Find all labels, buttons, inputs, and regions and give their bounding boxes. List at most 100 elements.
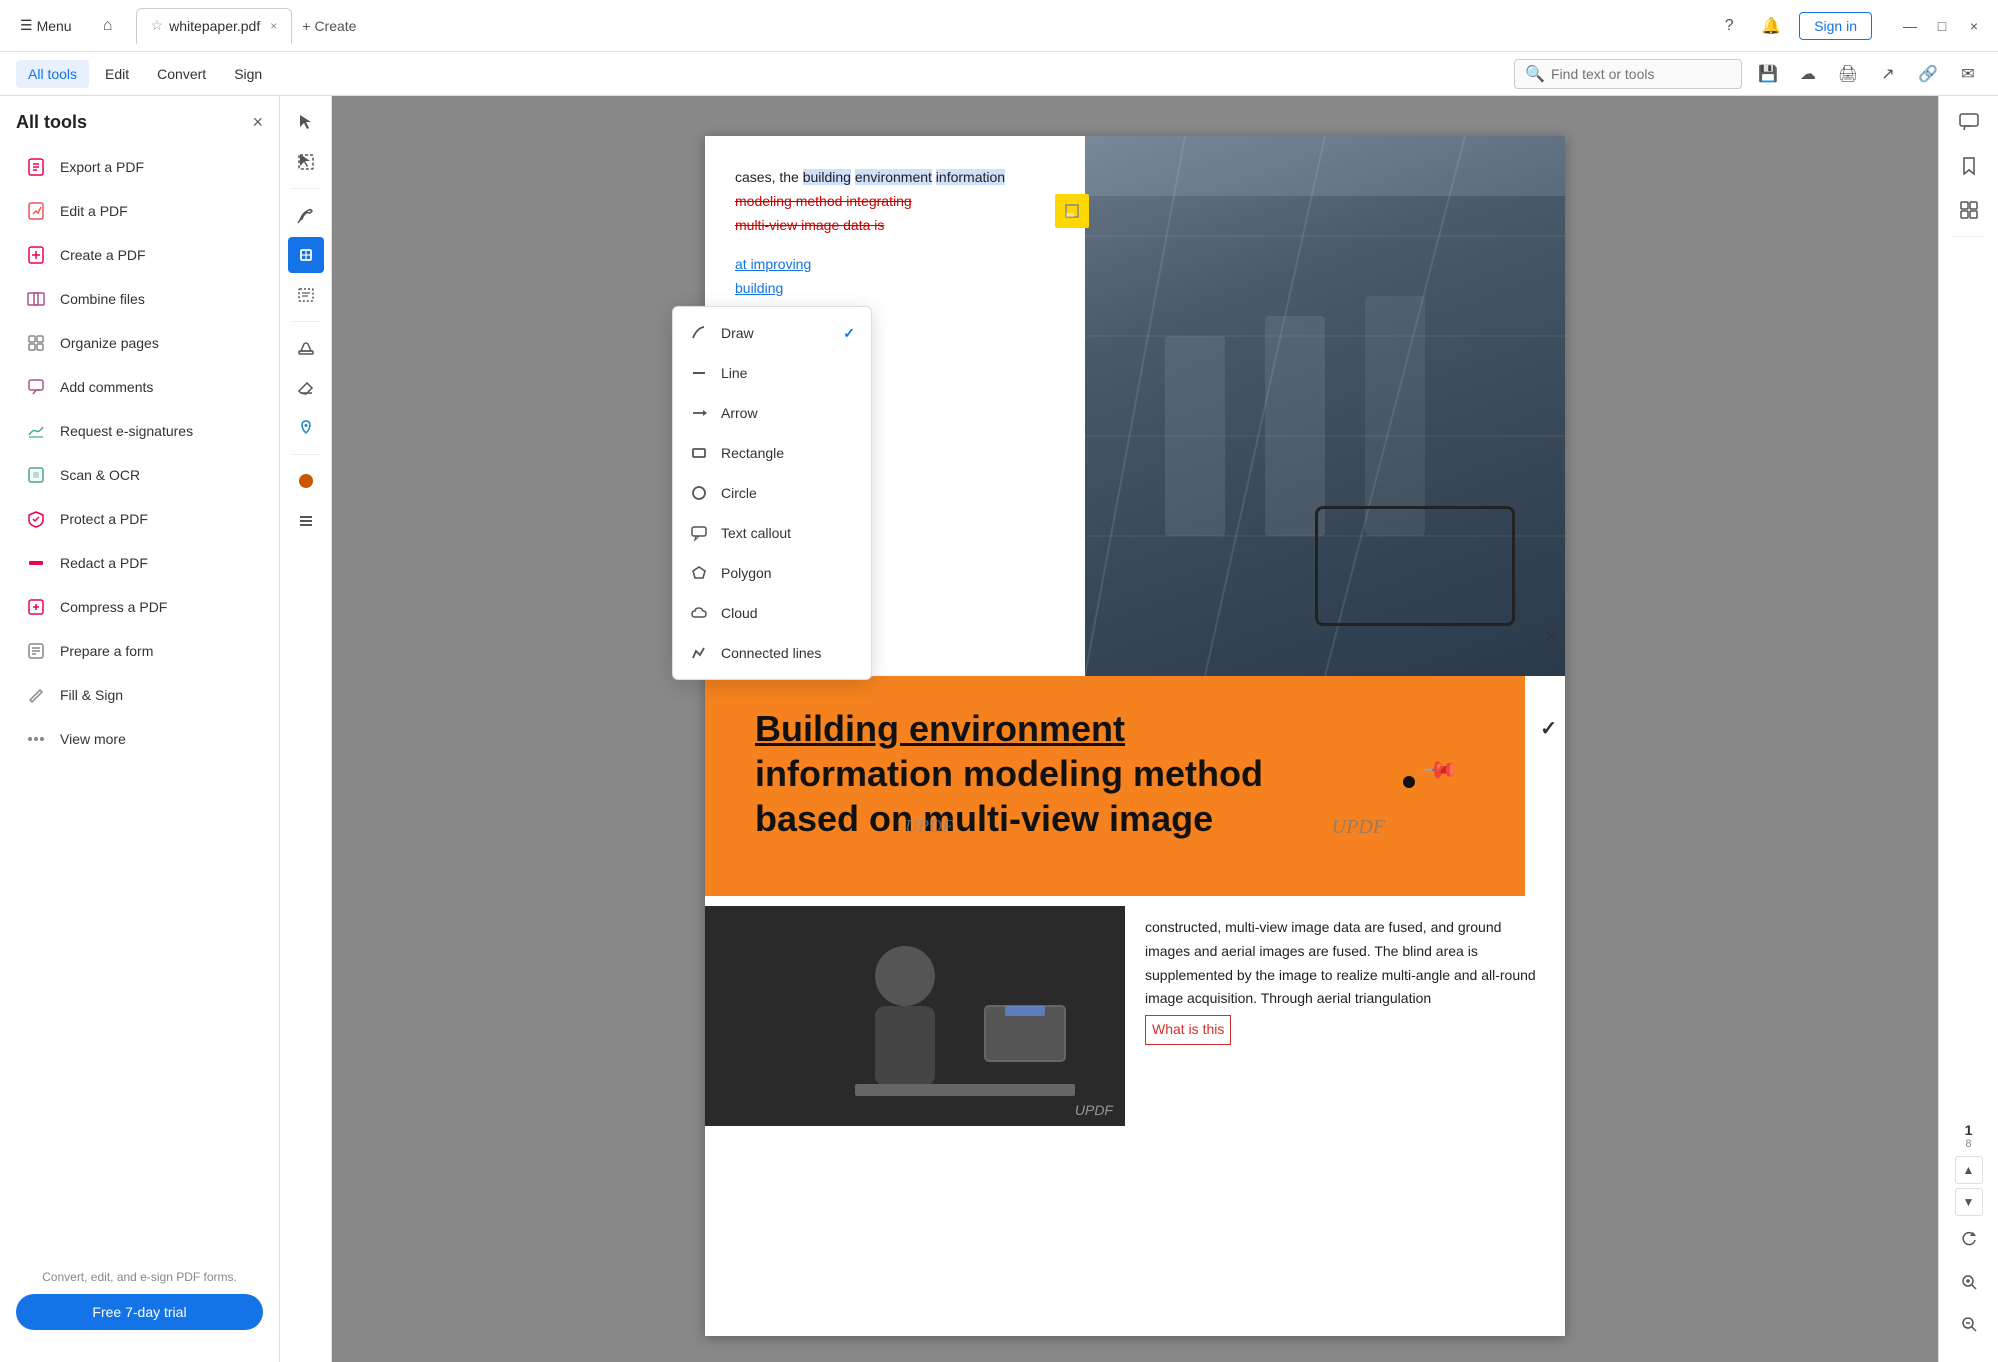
sidebar-item-protect-pdf[interactable]: Protect a PDF [8, 497, 271, 541]
sidebar-item-export-pdf[interactable]: Export a PDF [8, 145, 271, 189]
sidebar-item-fill-sign[interactable]: Fill & Sign [8, 673, 271, 717]
dropdown-polygon[interactable]: Polygon [673, 553, 871, 593]
dropdown-text-callout[interactable]: Text callout [673, 513, 871, 553]
lines-style-button[interactable] [288, 503, 324, 539]
view-more-icon [24, 727, 48, 751]
minimize-button[interactable]: — [1898, 14, 1922, 38]
stamp-tool-button[interactable] [288, 330, 324, 366]
rp-bottom-controls: 1 8 ▲ ▼ [1951, 1122, 1987, 1354]
tab-close-button[interactable]: × [270, 19, 277, 33]
select-tool-button[interactable] [288, 104, 324, 140]
sidebar-item-view-more[interactable]: View more [8, 717, 271, 761]
find-box[interactable]: 🔍 [1514, 59, 1742, 89]
cloud-button[interactable]: ☁ [1794, 60, 1822, 88]
sidebar-close-button[interactable]: × [252, 112, 263, 133]
new-tab-label: Create [314, 18, 356, 34]
scan-ocr-icon [24, 463, 48, 487]
sidebar-item-create-pdf[interactable]: Create a PDF [8, 233, 271, 277]
scroll-up-button[interactable]: ▲ [1955, 1156, 1983, 1184]
share-button[interactable]: ↗ [1874, 60, 1902, 88]
menubar-all-tools[interactable]: All tools [16, 60, 89, 88]
sidebar-item-request-esignatures[interactable]: Request e-signatures [8, 409, 271, 453]
menubar-sign[interactable]: Sign [222, 60, 274, 88]
rectangle-icon [689, 443, 709, 463]
sidebar-item-compress-pdf[interactable]: Compress a PDF [8, 585, 271, 629]
sidebar-item-organize-pages[interactable]: Organize pages [8, 321, 271, 365]
text-edit-tool-button[interactable] [288, 277, 324, 313]
dropdown-polygon-label: Polygon [721, 565, 772, 581]
current-page: 1 [1965, 1122, 1973, 1138]
main-area: All tools × Export a PDF Edit a PDF Crea… [0, 96, 1998, 1362]
dropdown-arrow[interactable]: Arrow [673, 393, 871, 433]
black-dot [1403, 776, 1415, 788]
dropdown-draw-label: Draw [721, 325, 754, 341]
rp-bookmarks-button[interactable] [1951, 148, 1987, 184]
dropdown-connected-lines[interactable]: Connected lines [673, 633, 871, 673]
rp-zoom-in-button[interactable] [1951, 1264, 1987, 1300]
sidebar-item-combine-files[interactable]: Combine files [8, 277, 271, 321]
color-picker-button[interactable] [288, 463, 324, 499]
sidebar-label-create-pdf: Create a PDF [60, 247, 146, 263]
new-tab-button[interactable]: + Create [292, 14, 366, 38]
find-input[interactable] [1551, 66, 1731, 82]
close-window-button[interactable]: × [1962, 14, 1986, 38]
rp-zoom-out-button[interactable] [1951, 1306, 1987, 1342]
tab-title: whitepaper.pdf [169, 18, 260, 34]
home-button[interactable]: ⌂ [92, 10, 124, 42]
scroll-down-button[interactable]: ▼ [1955, 1188, 1983, 1216]
titlebar: ☰ Menu ⌂ ☆ whitepaper.pdf × + Create ? 🔔… [0, 0, 1998, 52]
text-callout-icon [689, 523, 709, 543]
pin-tool-button[interactable] [288, 410, 324, 446]
help-button[interactable]: ? [1715, 12, 1743, 40]
menubar: All tools Edit Convert Sign 🔍 💾 ☁ 🖨 ↗ 🔗 … [0, 52, 1998, 96]
annotation-close-button[interactable]: × [1545, 626, 1557, 649]
tab-whitepaper[interactable]: ☆ whitepaper.pdf × [136, 8, 293, 44]
sidebar-item-edit-pdf[interactable]: Edit a PDF [8, 189, 271, 233]
sidebar-item-prepare-form[interactable]: Prepare a form [8, 629, 271, 673]
link-button[interactable]: 🔗 [1914, 60, 1942, 88]
toolbar-right: 🔍 💾 ☁ 🖨 ↗ 🔗 ✉ [1514, 59, 1982, 89]
sign-in-button[interactable]: Sign in [1799, 12, 1872, 40]
eraser-tool-button[interactable] [288, 370, 324, 406]
vtoolbar-separator-2 [292, 321, 320, 322]
save-button[interactable]: 💾 [1754, 60, 1782, 88]
sticky-note[interactable] [1055, 194, 1089, 228]
pen-tool-button[interactable] [288, 197, 324, 233]
print-button[interactable]: 🖨 [1834, 60, 1862, 88]
sidebar-footer: Convert, edit, and e-sign PDF forms. Fre… [0, 1254, 279, 1346]
dropdown-line[interactable]: Line [673, 353, 871, 393]
sidebar-item-add-comments[interactable]: Add comments [8, 365, 271, 409]
menubar-convert[interactable]: Convert [145, 60, 218, 88]
menubar-edit[interactable]: Edit [93, 60, 141, 88]
dropdown-rectangle[interactable]: Rectangle [673, 433, 871, 473]
rp-refresh-button[interactable] [1951, 1222, 1987, 1258]
select-area-tool-button[interactable] [288, 144, 324, 180]
sidebar-item-redact-pdf[interactable]: Redact a PDF [8, 541, 271, 585]
dropdown-draw[interactable]: Draw ✓ [673, 313, 871, 353]
rp-comments-button[interactable] [1951, 104, 1987, 140]
draw-annotation-border [1315, 506, 1515, 626]
dropdown-circle[interactable]: Circle [673, 473, 871, 513]
pdf-area[interactable]: cases, the building environment informat… [332, 96, 1938, 1362]
dropdown-rectangle-label: Rectangle [721, 445, 784, 461]
circle-icon [689, 483, 709, 503]
rp-grid-button[interactable] [1951, 192, 1987, 228]
sidebar-item-scan-ocr[interactable]: Scan & OCR [8, 453, 271, 497]
vtoolbar-separator-1 [292, 188, 320, 189]
redact-pdf-icon [24, 551, 48, 575]
sidebar-label-combine-files: Combine files [60, 291, 145, 307]
sidebar-title: All tools [16, 112, 87, 133]
sidebar-label-protect-pdf: Protect a PDF [60, 511, 148, 527]
organize-pages-icon [24, 331, 48, 355]
maximize-button[interactable]: □ [1930, 14, 1954, 38]
dropdown-cloud[interactable]: Cloud [673, 593, 871, 633]
menu-button[interactable]: ☰ Menu [12, 13, 80, 38]
draw-shapes-tool-button[interactable] [288, 237, 324, 273]
free-trial-button[interactable]: Free 7-day trial [16, 1294, 263, 1330]
create-pdf-icon [24, 243, 48, 267]
export-pdf-icon [24, 155, 48, 179]
email-button[interactable]: ✉ [1954, 60, 1982, 88]
sidebar-label-compress-pdf: Compress a PDF [60, 599, 167, 615]
notifications-button[interactable]: 🔔 [1757, 12, 1785, 40]
annotation-check-button[interactable]: ✓ [1540, 716, 1557, 741]
